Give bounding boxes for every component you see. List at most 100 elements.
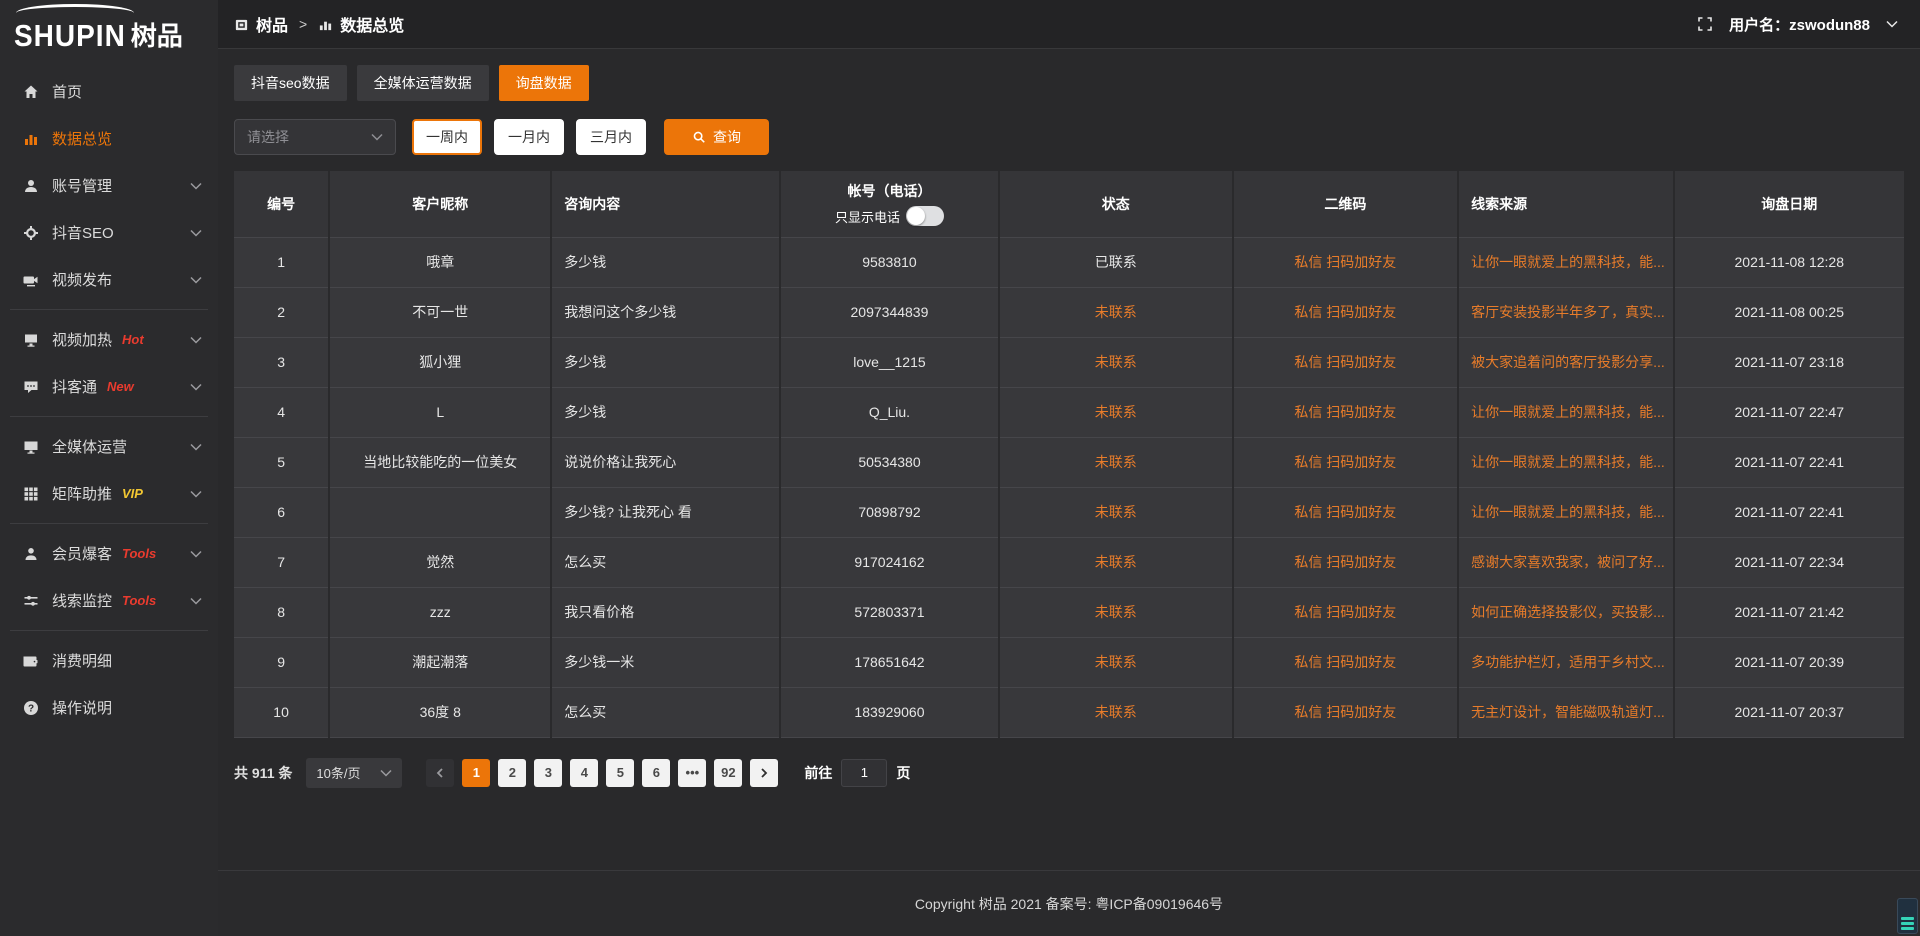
source-link[interactable]: 让你一眼就爱上的黑科技，能... bbox=[1471, 404, 1665, 420]
source-link[interactable]: 多功能护栏灯，适用于乡村文... bbox=[1471, 654, 1665, 670]
page-button-4[interactable]: 4 bbox=[570, 759, 598, 787]
sidebar-item-video-heat[interactable]: 视频加热Hot bbox=[0, 316, 218, 363]
cell-content: 我只看价格 bbox=[551, 587, 780, 637]
next-page-button[interactable] bbox=[750, 759, 778, 787]
page-ellipsis[interactable]: ••• bbox=[678, 759, 706, 787]
source-link[interactable]: 让你一眼就爱上的黑科技，能... bbox=[1471, 454, 1665, 470]
cell-nickname: 不可一世 bbox=[329, 287, 551, 337]
tab-douyin-seo-data[interactable]: 抖音seo数据 bbox=[234, 65, 347, 101]
sidebar-item-douyin-seo[interactable]: 抖音SEO bbox=[0, 209, 218, 256]
page-button-6[interactable]: 6 bbox=[642, 759, 670, 787]
cell-source: 无主灯设计，智能磁吸轨道灯... bbox=[1458, 687, 1673, 737]
qr-link[interactable]: 私信 扫码加好友 bbox=[1294, 704, 1396, 720]
cell-account: 572803371 bbox=[780, 587, 999, 637]
qr-link[interactable]: 私信 扫码加好友 bbox=[1294, 604, 1396, 620]
col-header-status: 状态 bbox=[999, 171, 1233, 237]
period-button-one-month[interactable]: 一月内 bbox=[494, 119, 564, 155]
video-publish-icon bbox=[22, 271, 40, 289]
chevron-down-icon bbox=[190, 548, 202, 560]
sidebar-item-home[interactable]: 首页 bbox=[0, 68, 218, 115]
qr-link[interactable]: 私信 扫码加好友 bbox=[1294, 654, 1396, 670]
sidebar-item-label: 全媒体运营 bbox=[52, 436, 127, 457]
source-link[interactable]: 感谢大家喜欢我家，被问了好... bbox=[1471, 554, 1665, 570]
cell-status: 未联系 bbox=[999, 487, 1233, 537]
source-link[interactable]: 如何正确选择投影仪，买投影... bbox=[1471, 604, 1665, 620]
source-link[interactable]: 无主灯设计，智能磁吸轨道灯... bbox=[1471, 704, 1665, 720]
cell-date: 2021-11-08 12:28 bbox=[1674, 237, 1905, 287]
chevron-down-icon bbox=[190, 274, 202, 286]
cell-qrcode: 私信 扫码加好友 bbox=[1233, 387, 1458, 437]
period-buttons: 一周内一月内三月内 bbox=[412, 119, 646, 155]
chevron-down-icon bbox=[190, 334, 202, 346]
tab-media-operation-data[interactable]: 全媒体运营数据 bbox=[357, 65, 489, 101]
table-row: 6多少钱? 让我死心 看70898792未联系私信 扫码加好友让你一眼就爱上的黑… bbox=[234, 487, 1904, 537]
source-link[interactable]: 让你一眼就爱上的黑科技，能... bbox=[1471, 254, 1665, 270]
table-row: 8zzz我只看价格572803371未联系私信 扫码加好友如何正确选择投影仪，买… bbox=[234, 587, 1904, 637]
chevron-down-icon[interactable] bbox=[1886, 20, 1898, 28]
sidebar-item-douketong[interactable]: 抖客通New bbox=[0, 363, 218, 410]
cell-source: 让你一眼就爱上的黑科技，能... bbox=[1458, 237, 1673, 287]
cell-content: 怎么买 bbox=[551, 687, 780, 737]
logo[interactable]: SHUPIN树品 bbox=[0, 0, 218, 58]
cell-source: 让你一眼就爱上的黑科技，能... bbox=[1458, 487, 1673, 537]
sidebar-menu: 首页数据总览账号管理抖音SEO 视频发布视频加热Hot抖客通New 全媒体运营矩阵助… bbox=[0, 58, 218, 936]
cell-source: 多功能护栏灯，适用于乡村文... bbox=[1458, 637, 1673, 687]
tab-inquiry-data[interactable]: 询盘数据 bbox=[499, 65, 589, 101]
cell-id: 1 bbox=[234, 237, 329, 287]
table-row: 4L多少钱Q_Liu.未联系私信 扫码加好友让你一眼就爱上的黑科技，能...20… bbox=[234, 387, 1904, 437]
source-link[interactable]: 让你一眼就爱上的黑科技，能... bbox=[1471, 504, 1665, 520]
sidebar-item-account-manage[interactable]: 账号管理 bbox=[0, 162, 218, 209]
page-button-1[interactable]: 1 bbox=[462, 759, 490, 787]
query-button[interactable]: 查询 bbox=[664, 119, 769, 155]
cell-status: 未联系 bbox=[999, 337, 1233, 387]
sidebar-item-badge: New bbox=[107, 379, 134, 394]
period-button-one-week[interactable]: 一周内 bbox=[412, 119, 482, 155]
page-button-5[interactable]: 5 bbox=[606, 759, 634, 787]
main-column: 树品 > 数据总览 用户名：zswodun88 抖音seo数据全媒体运营数据询盘… bbox=[218, 0, 1920, 936]
qr-link[interactable]: 私信 扫码加好友 bbox=[1294, 304, 1396, 320]
filter-select[interactable]: 请选择 bbox=[234, 119, 396, 155]
sidebar-item-label: 消费明细 bbox=[52, 650, 112, 671]
cell-date: 2021-11-07 23:18 bbox=[1674, 337, 1905, 387]
qr-link[interactable]: 私信 扫码加好友 bbox=[1294, 354, 1396, 370]
page-size-select[interactable]: 10条/页 bbox=[306, 758, 402, 788]
filter-select-value: 请选择 bbox=[247, 127, 289, 147]
prev-page-button[interactable] bbox=[426, 759, 454, 787]
breadcrumb-root[interactable]: 树品 bbox=[256, 12, 288, 36]
qr-link[interactable]: 私信 扫码加好友 bbox=[1294, 554, 1396, 570]
sidebar-item-label: 抖音SEO bbox=[52, 222, 114, 243]
cell-account: 50534380 bbox=[780, 437, 999, 487]
chevron-down-icon bbox=[190, 381, 202, 393]
sidebar-item-matrix-boost[interactable]: 矩阵助推VIP bbox=[0, 470, 218, 517]
qr-link[interactable]: 私信 扫码加好友 bbox=[1294, 454, 1396, 470]
sidebar-item-data-overview[interactable]: 数据总览 bbox=[0, 115, 218, 162]
sidebar-item-expense-detail[interactable]: 消费明细 bbox=[0, 637, 218, 684]
phone-toggle-label: 只显示电话 bbox=[835, 207, 900, 226]
goto-page-input[interactable] bbox=[841, 759, 887, 787]
corner-widget bbox=[1897, 898, 1918, 934]
content-area: 抖音seo数据全媒体运营数据询盘数据 请选择 一周内一月内三月内 查询 bbox=[218, 49, 1920, 870]
sidebar-item-clue-monitor[interactable]: 线索监控Tools bbox=[0, 577, 218, 624]
source-link[interactable]: 被大家追着问的客厅投影分享... bbox=[1471, 354, 1665, 370]
sidebar-item-video-publish[interactable]: 视频发布 bbox=[0, 256, 218, 303]
source-link[interactable]: 客厅安装投影半年多了，真实... bbox=[1471, 304, 1665, 320]
page-button-92[interactable]: 92 bbox=[714, 759, 742, 787]
cell-qrcode: 私信 扫码加好友 bbox=[1233, 487, 1458, 537]
qr-link[interactable]: 私信 扫码加好友 bbox=[1294, 404, 1396, 420]
qr-link[interactable]: 私信 扫码加好友 bbox=[1294, 254, 1396, 270]
page-button-2[interactable]: 2 bbox=[498, 759, 526, 787]
phone-only-toggle[interactable] bbox=[906, 206, 944, 226]
cell-id: 3 bbox=[234, 337, 329, 387]
sidebar-item-media-operation[interactable]: 全媒体运营 bbox=[0, 423, 218, 470]
cell-content: 说说价格让我死心 bbox=[551, 437, 780, 487]
fullscreen-icon[interactable] bbox=[1697, 16, 1713, 32]
cell-qrcode: 私信 扫码加好友 bbox=[1233, 687, 1458, 737]
cell-id: 6 bbox=[234, 487, 329, 537]
app-icon bbox=[234, 17, 249, 32]
sidebar-item-help[interactable]: ?操作说明 bbox=[0, 684, 218, 731]
qr-link[interactable]: 私信 扫码加好友 bbox=[1294, 504, 1396, 520]
page-button-3[interactable]: 3 bbox=[534, 759, 562, 787]
goto-suffix: 页 bbox=[896, 763, 910, 783]
sidebar-item-member-baoke[interactable]: 会员爆客Tools bbox=[0, 530, 218, 577]
period-button-three-months[interactable]: 三月内 bbox=[576, 119, 646, 155]
